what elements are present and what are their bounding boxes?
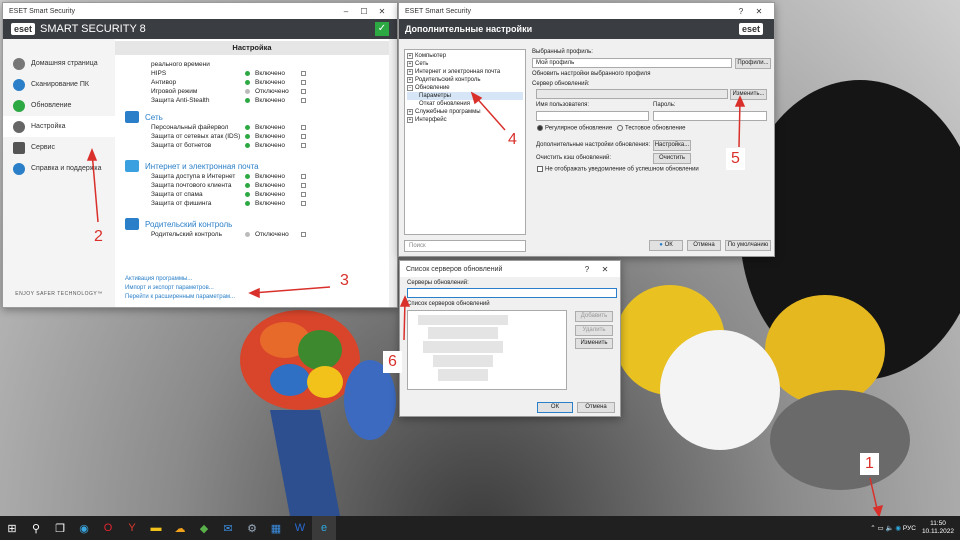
weather-icon[interactable]: ☁: [168, 516, 192, 540]
annotation-4: 4: [508, 131, 517, 148]
annotation-6: 6: [383, 351, 402, 373]
annotation-5: 5: [726, 148, 745, 170]
explorer-icon[interactable]: ▬: [144, 516, 168, 540]
system-tray: ⌃ ▭ 🔈 ◉ РУС 11:50 10.11.2022: [870, 520, 960, 536]
edge-icon[interactable]: ◉: [72, 516, 96, 540]
opera-icon[interactable]: O: [96, 516, 120, 540]
steam-icon[interactable]: ⚙: [240, 516, 264, 540]
annotation-arrows: [86, 91, 884, 518]
word-icon[interactable]: W: [288, 516, 312, 540]
clock[interactable]: 11:50 10.11.2022: [922, 520, 954, 536]
tray-expand-icon[interactable]: ⌃: [870, 524, 875, 532]
search-icon[interactable]: ⚲: [24, 516, 48, 540]
eset-taskbar-icon[interactable]: e: [312, 516, 336, 540]
language-indicator[interactable]: РУС: [903, 525, 916, 532]
app-icon[interactable]: ◆: [192, 516, 216, 540]
store-icon[interactable]: ▦: [264, 516, 288, 540]
annotation-2: 2: [94, 228, 103, 245]
yandex-icon[interactable]: Y: [120, 516, 144, 540]
windows-start-icon[interactable]: ⊞: [0, 516, 24, 540]
taskbar: ⊞ ⚲ ❐ ◉ O Y ▬ ☁ ◆ ✉ ⚙ ▦ W e ⌃ ▭ 🔈 ◉ РУС …: [0, 516, 960, 540]
eset-tray-icon[interactable]: ◉: [895, 524, 901, 532]
network-icon[interactable]: ▭: [878, 524, 884, 532]
task-view-icon[interactable]: ❐: [48, 516, 72, 540]
mail-icon[interactable]: ✉: [216, 516, 240, 540]
annotation-3: 3: [340, 272, 349, 289]
annotation-1: 1: [860, 453, 879, 475]
volume-icon[interactable]: 🔈: [886, 524, 894, 532]
